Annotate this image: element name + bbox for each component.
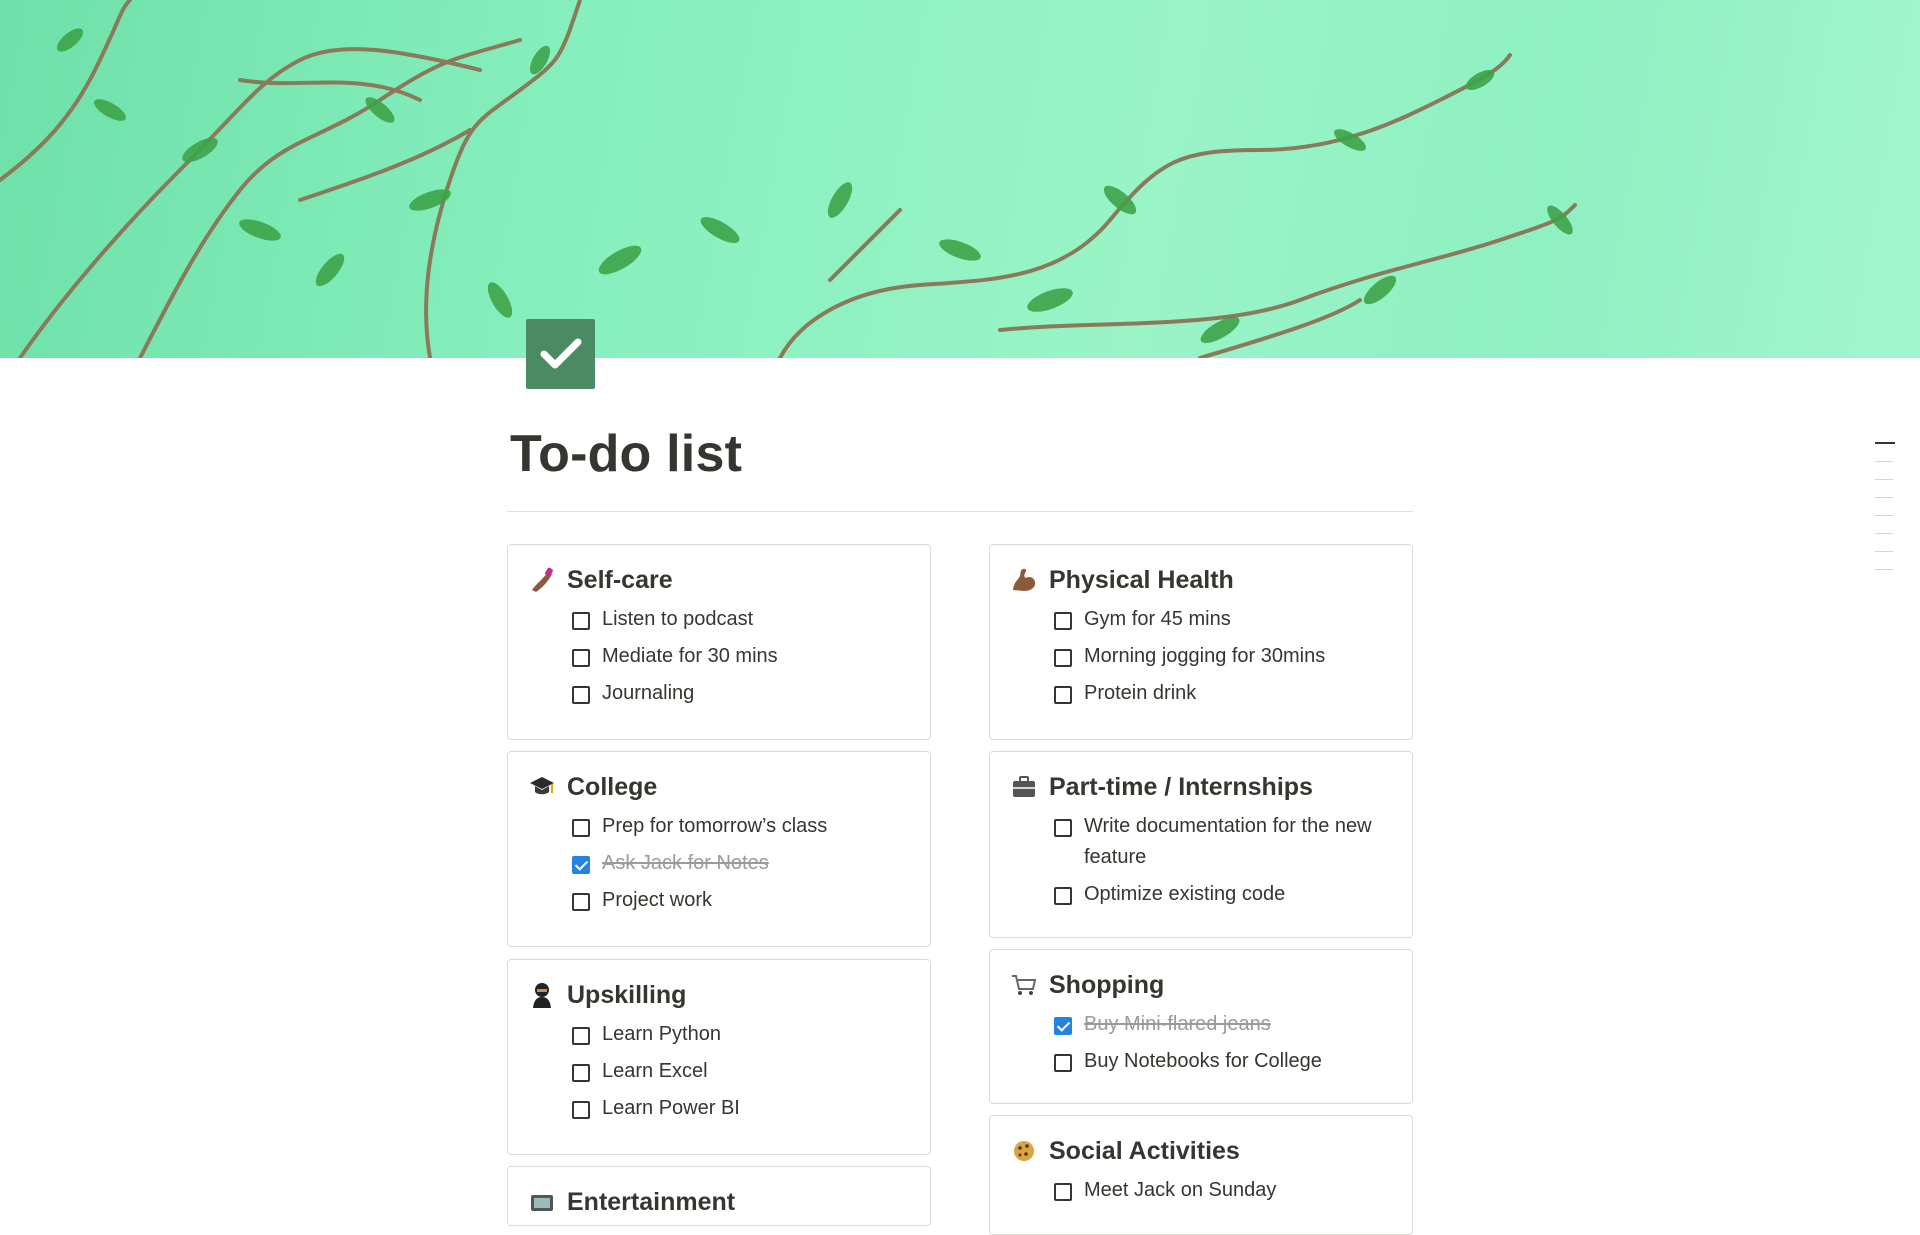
card-physical-health: Physical Health Gym for 45 mins Morning …: [989, 544, 1413, 740]
cookie-icon: [1009, 1136, 1039, 1166]
todo-label: Project work: [602, 889, 713, 911]
todo-label: Learn Power BI: [602, 1097, 740, 1119]
todo-label: Morning jogging for 30mins: [1084, 645, 1326, 667]
todo-label: Mediate for 30 mins: [602, 645, 778, 667]
todo-item[interactable]: Protein drink: [1054, 682, 1400, 709]
ninja-icon: [527, 980, 557, 1010]
todo-item[interactable]: Meet Jack on Sunday: [1054, 1179, 1400, 1206]
card-upskilling: Upskilling Learn Python Learn Excel Lear…: [507, 959, 931, 1155]
card-entertainment: Entertainment: [507, 1166, 931, 1226]
card-title: Part-time / Internships: [1049, 773, 1313, 801]
tv-icon: [527, 1187, 557, 1217]
vine-illustration: [0, 0, 1577, 358]
card-shopping: Shopping Buy Mini-flared jeans Buy Noteb…: [989, 949, 1413, 1104]
graduation-cap-icon: [527, 772, 557, 802]
card-title: Shopping: [1049, 971, 1165, 999]
todo-label: Meet Jack on Sunday: [1084, 1179, 1277, 1201]
checkbox[interactable]: [572, 819, 590, 837]
todo-label: Prep for tomorrow’s class: [602, 815, 828, 837]
checkbox[interactable]: [1054, 649, 1072, 667]
todo-label: Learn Python: [602, 1023, 721, 1045]
checkbox-checked[interactable]: [572, 856, 590, 874]
checkbox[interactable]: [572, 649, 590, 667]
todo-label: Buy Mini-flared jeans: [1084, 1013, 1271, 1035]
todo-label: Journaling: [602, 682, 695, 704]
card-title: Physical Health: [1049, 566, 1234, 594]
checkbox-icon[interactable]: [526, 319, 595, 389]
card-title: Upskilling: [567, 981, 687, 1009]
todo-label: Protein drink: [1084, 682, 1197, 704]
todo-item[interactable]: Journaling: [572, 682, 918, 709]
toc-line[interactable]: [1875, 479, 1893, 480]
todo-item[interactable]: Project work: [572, 889, 918, 916]
checkbox-checked[interactable]: [1054, 1017, 1072, 1035]
todo-item[interactable]: Listen to podcast: [572, 608, 918, 635]
toc-line[interactable]: [1875, 515, 1893, 516]
card-title: Social Activities: [1049, 1137, 1240, 1165]
checkbox[interactable]: [1054, 1183, 1072, 1201]
toc-line[interactable]: [1875, 569, 1893, 570]
page-title[interactable]: To-do list: [510, 418, 742, 490]
divider: [507, 511, 1413, 512]
card-social-activities: Social Activities Meet Jack on Sunday: [989, 1115, 1413, 1235]
checkbox[interactable]: [1054, 819, 1072, 837]
card-title: Self-care: [567, 566, 673, 594]
checkbox[interactable]: [572, 1064, 590, 1082]
todo-label: Write documentation for the new feature: [1084, 815, 1372, 868]
toc-line[interactable]: [1875, 497, 1893, 498]
checkbox[interactable]: [572, 1027, 590, 1045]
todo-label: Ask Jack for Notes: [602, 852, 769, 874]
todo-label: Buy Notebooks for College: [1084, 1050, 1322, 1072]
todo-item[interactable]: Buy Notebooks for College: [1054, 1050, 1400, 1077]
checkbox[interactable]: [1054, 612, 1072, 630]
table-of-contents[interactable]: [1875, 442, 1895, 587]
card-self-care: Self-care Listen to podcast Mediate for …: [507, 544, 931, 740]
todo-item[interactable]: Learn Excel: [572, 1060, 918, 1087]
flexed-biceps-icon: [1009, 565, 1039, 595]
checkbox[interactable]: [1054, 887, 1072, 905]
toc-line[interactable]: [1875, 442, 1895, 444]
toc-line[interactable]: [1875, 551, 1893, 552]
card-part-time-internships: Part-time / Internships Write documentat…: [989, 751, 1413, 938]
briefcase-icon: [1009, 772, 1039, 802]
toc-line[interactable]: [1875, 533, 1893, 534]
cover-image: [0, 0, 1920, 358]
todo-label: Learn Excel: [602, 1060, 708, 1082]
checkbox[interactable]: [1054, 1054, 1072, 1072]
todo-item[interactable]: Mediate for 30 mins: [572, 645, 918, 672]
checkbox[interactable]: [572, 686, 590, 704]
card-title: Entertainment: [567, 1188, 736, 1216]
todo-item[interactable]: Prep for tomorrow’s class: [572, 815, 918, 842]
todo-item[interactable]: Ask Jack for Notes: [572, 852, 918, 879]
card-college: College Prep for tomorrow’s class Ask Ja…: [507, 751, 931, 947]
todo-label: Gym for 45 mins: [1084, 608, 1231, 630]
card-title: College: [567, 773, 658, 801]
checkbox[interactable]: [572, 612, 590, 630]
toc-line[interactable]: [1875, 461, 1893, 462]
todo-item[interactable]: Morning jogging for 30mins: [1054, 645, 1400, 672]
checkbox[interactable]: [572, 893, 590, 911]
shopping-cart-icon: [1009, 970, 1039, 1000]
nail-polish-icon: [527, 565, 557, 595]
todo-item[interactable]: Learn Python: [572, 1023, 918, 1050]
todo-item[interactable]: Buy Mini-flared jeans: [1054, 1013, 1400, 1040]
checkbox[interactable]: [572, 1101, 590, 1119]
todo-label: Optimize existing code: [1084, 883, 1286, 905]
checkmark-icon: [540, 338, 581, 369]
todo-item[interactable]: Learn Power BI: [572, 1097, 918, 1124]
todo-item[interactable]: Write documentation for the new feature: [1054, 815, 1400, 873]
todo-item[interactable]: Gym for 45 mins: [1054, 608, 1400, 635]
checkbox[interactable]: [1054, 686, 1072, 704]
todo-item[interactable]: Optimize existing code: [1054, 883, 1400, 910]
todo-label: Listen to podcast: [602, 608, 754, 630]
